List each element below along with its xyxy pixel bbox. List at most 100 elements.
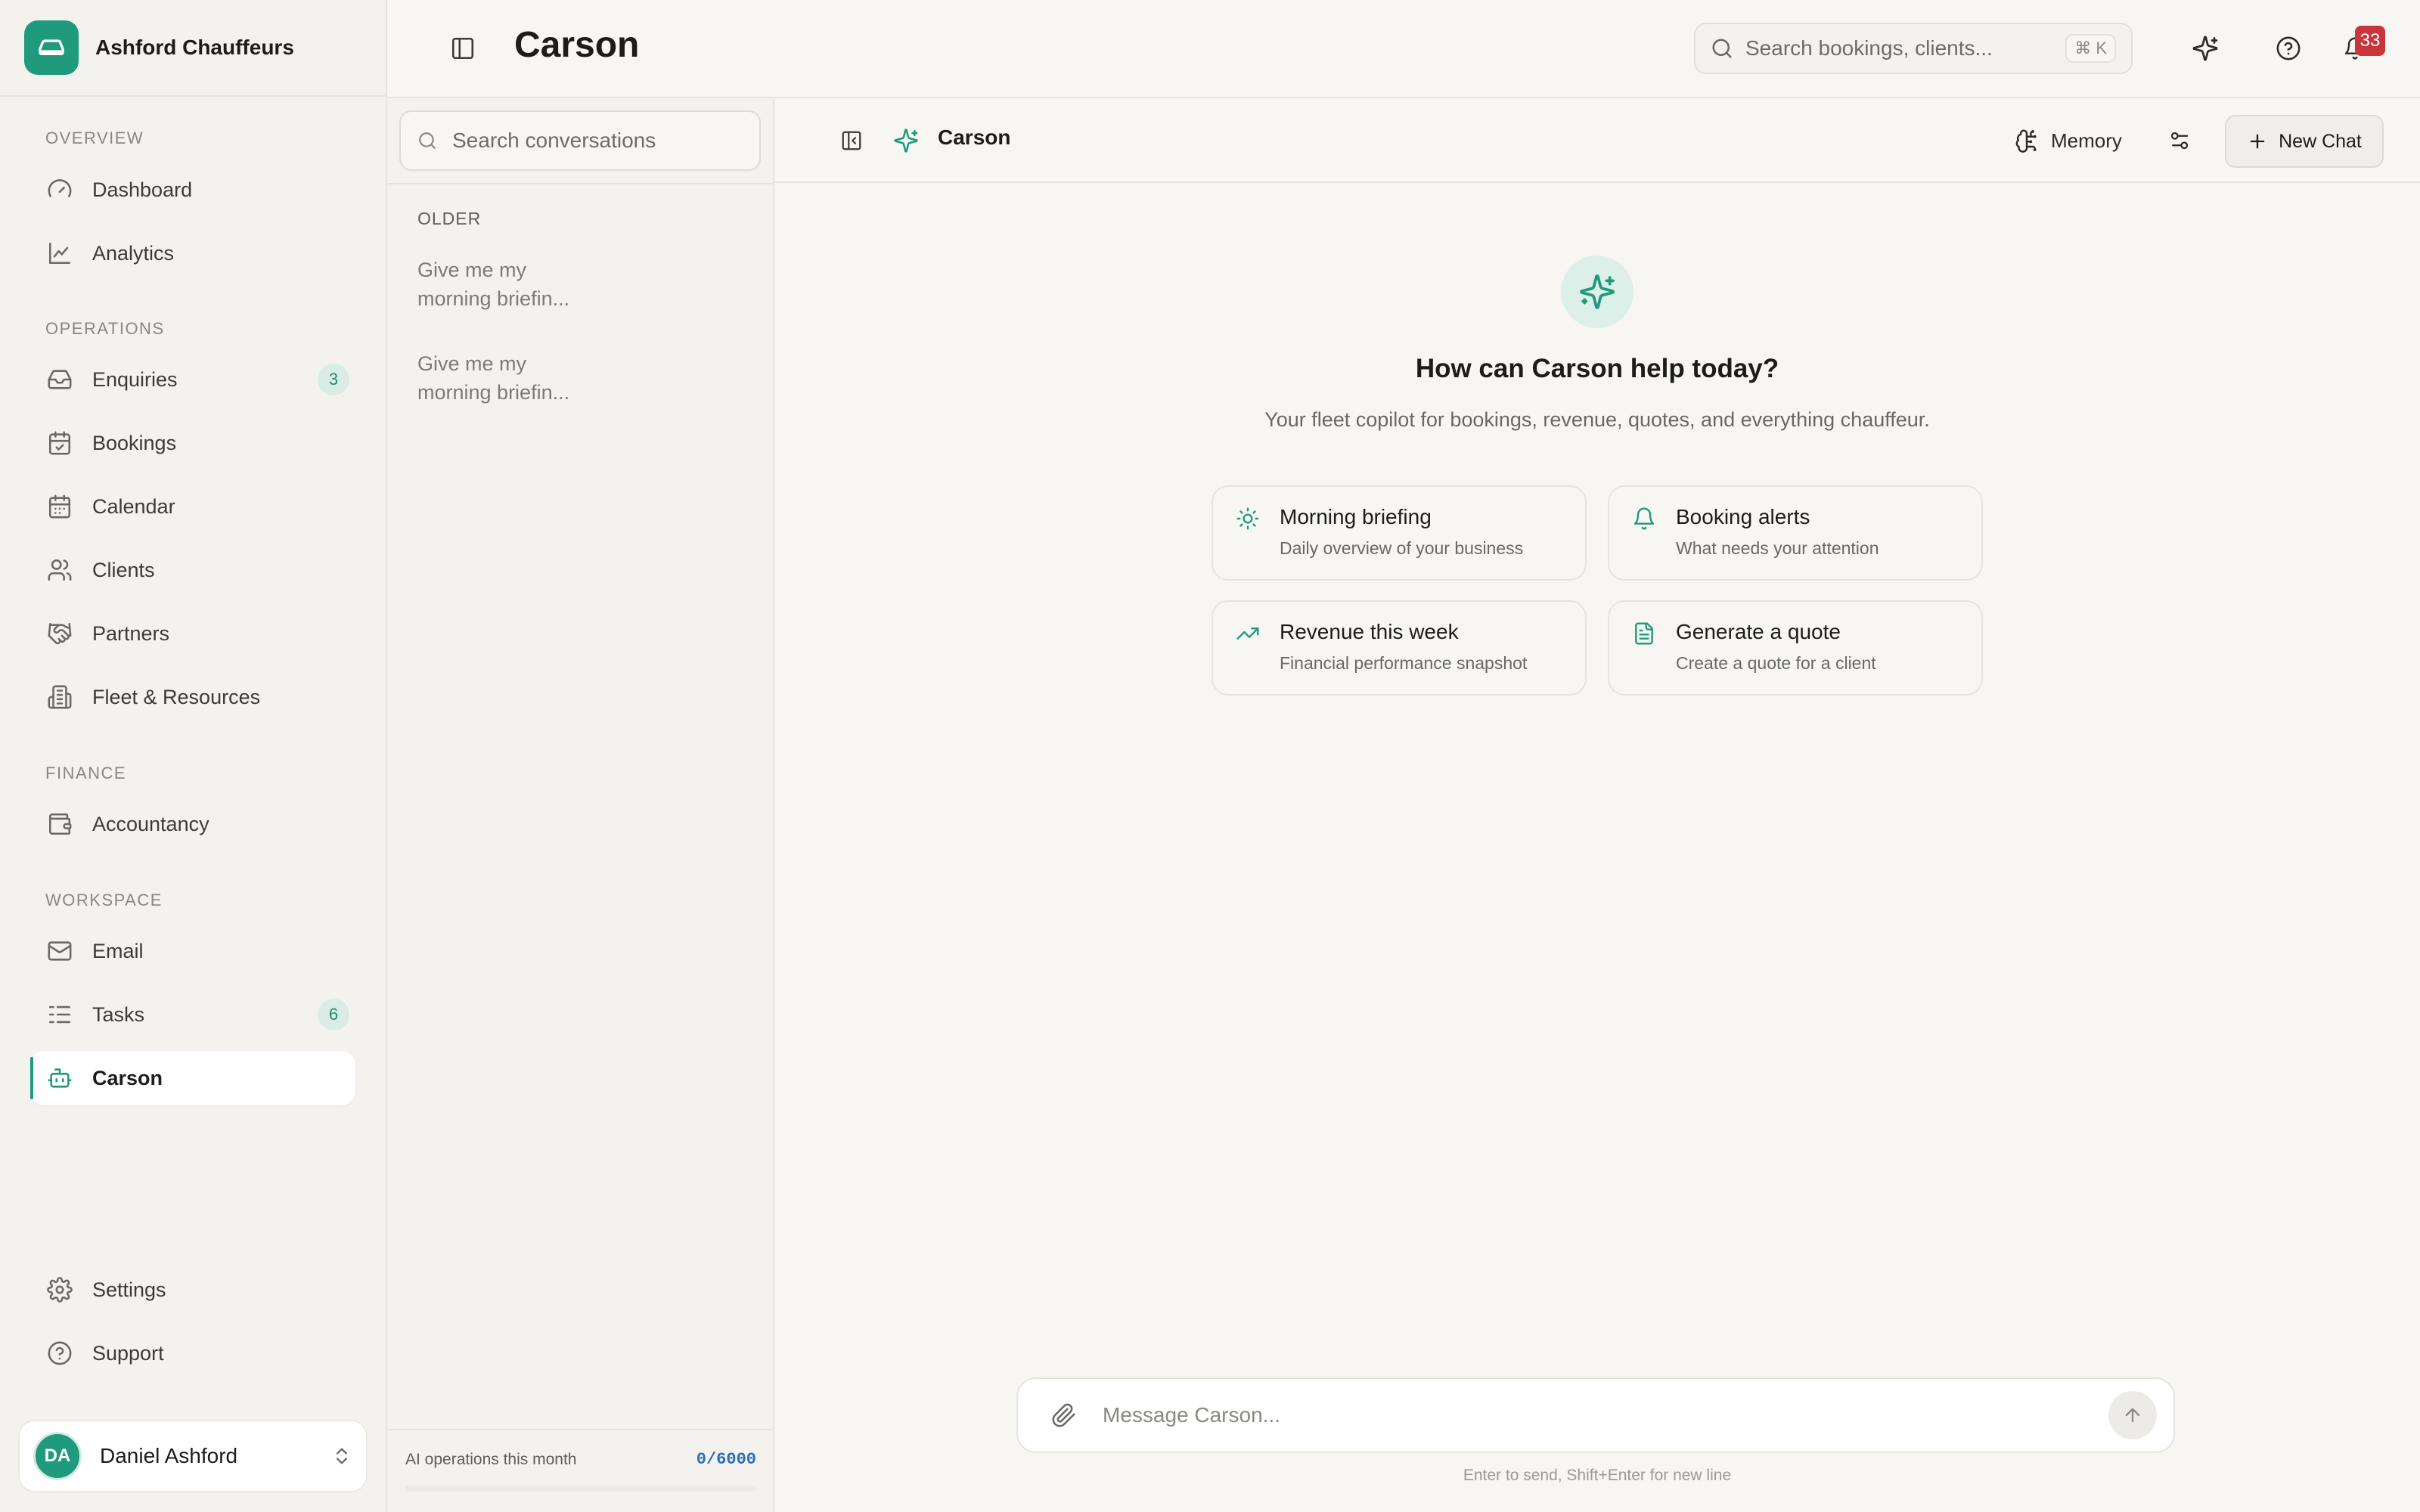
- send-button[interactable]: [2108, 1391, 2157, 1439]
- usage-label: AI operations this month: [405, 1450, 577, 1468]
- conversation-group-title: OLDER: [417, 209, 482, 228]
- hero-subtitle: Your fleet copilot for bookings, revenue…: [1264, 408, 1930, 431]
- conversation-search-wrap: [387, 98, 773, 184]
- message-composer: [1016, 1377, 2175, 1453]
- section-title-operations: OPERATIONS: [45, 319, 165, 338]
- sidebar-item-settings[interactable]: Settings: [30, 1263, 355, 1317]
- sidebar-item-label: Analytics: [92, 241, 175, 265]
- shortcut-hint: ⌘ K: [2065, 34, 2116, 63]
- main-sidebar: Ashford Chauffeurs OVERVIEW Dashboard An…: [0, 0, 387, 1512]
- suggestion-title: Morning briefing: [1280, 505, 1432, 528]
- user-name: Daniel Ashford: [100, 1444, 238, 1467]
- sidebar-item-calendar[interactable]: Calendar: [30, 479, 355, 534]
- avatar: DA: [33, 1432, 82, 1480]
- brain-icon: [2015, 129, 2037, 153]
- new-chat-button[interactable]: New Chat: [2225, 115, 2384, 168]
- suggestion-title: Generate a quote: [1676, 620, 1841, 643]
- users-icon: [48, 559, 72, 581]
- collapse-conversations-button[interactable]: [827, 116, 876, 165]
- sidebar-item-label: Support: [92, 1341, 164, 1365]
- assistant-name: Carson: [938, 125, 1011, 149]
- notification-count-badge: 33: [2355, 26, 2385, 56]
- sidebar-item-fleet-resources[interactable]: Fleet & Resources: [30, 670, 355, 724]
- message-input[interactable]: [1103, 1403, 2108, 1427]
- sidebar-item-label: Settings: [92, 1278, 166, 1301]
- brand-header[interactable]: Ashford Chauffeurs: [0, 0, 386, 97]
- suggestion-desc: What needs your attention: [1676, 538, 1879, 558]
- gear-icon: [47, 1277, 73, 1303]
- brand-name: Ashford Chauffeurs: [95, 36, 294, 59]
- sparkles-icon: [1580, 274, 1615, 309]
- memory-button[interactable]: Memory: [2003, 116, 2134, 165]
- top-bar: Carson ⌘ K 33: [387, 0, 2420, 98]
- suggestion-desc: Daily overview of your business: [1280, 538, 1524, 558]
- sidebar-item-bookings[interactable]: Bookings: [30, 416, 355, 470]
- suggestion-title: Booking alerts: [1676, 505, 1810, 528]
- arrow-up-icon: [2125, 1408, 2140, 1423]
- suggestion-card-generate-a-quote[interactable]: Generate a quote Create a quote for a cl…: [1608, 600, 1983, 696]
- sidebar-item-label: Calendar: [92, 494, 175, 518]
- sidebar-item-label: Fleet & Resources: [92, 685, 261, 708]
- file-text-icon: [1635, 622, 1653, 645]
- sidebar-item-label: Accountancy: [92, 812, 209, 835]
- calendar-icon: [48, 494, 71, 519]
- toggle-sidebar-button[interactable]: [439, 24, 487, 73]
- line-chart-icon: [48, 242, 71, 265]
- ai-sparkles-button[interactable]: [2181, 24, 2229, 73]
- sidebar-item-accountancy[interactable]: Accountancy: [30, 797, 355, 851]
- section-title-finance: FINANCE: [45, 764, 127, 782]
- chat-settings-button[interactable]: [2155, 116, 2204, 165]
- paperclip-icon[interactable]: [1051, 1402, 1077, 1428]
- sidebar-item-carson[interactable]: Carson: [30, 1051, 355, 1105]
- mail-icon: [48, 941, 72, 961]
- usage-progress-bar: [405, 1486, 756, 1492]
- help-circle-icon: [2276, 36, 2301, 60]
- calendar-check-icon: [48, 431, 71, 455]
- suggestion-card-morning-briefing[interactable]: Morning briefing Daily overview of your …: [1212, 485, 1587, 581]
- sidebar-item-dashboard[interactable]: Dashboard: [30, 163, 355, 217]
- conversation-item[interactable]: Give me my morning briefin...: [417, 256, 599, 313]
- sparkles-icon: [2192, 36, 2218, 61]
- sparkles-icon: [894, 129, 918, 153]
- page-title: Carson: [514, 25, 640, 65]
- sidebar-item-label: Partners: [92, 621, 170, 645]
- sidebar-item-support[interactable]: Support: [30, 1326, 355, 1380]
- bell-icon: [1634, 507, 1655, 530]
- assistant-icon-wrap: [882, 116, 930, 165]
- user-menu[interactable]: DA Daniel Ashford: [18, 1420, 368, 1492]
- sidebar-item-email[interactable]: Email: [30, 924, 355, 978]
- suggestion-title: Revenue this week: [1280, 620, 1459, 643]
- hero-title: How can Carson help today?: [1415, 354, 1779, 383]
- wallet-icon: [48, 813, 72, 835]
- ai-usage-meter: AI operations this month 0/6000: [387, 1429, 773, 1512]
- sun-icon: [1236, 507, 1259, 530]
- sidebar-item-label: Enquiries: [92, 367, 178, 391]
- sidebar-item-tasks[interactable]: Tasks 6: [30, 987, 355, 1042]
- help-button[interactable]: [2264, 24, 2313, 73]
- panel-left-icon: [451, 37, 474, 60]
- memory-label: Memory: [2051, 129, 2122, 152]
- conversation-search-input[interactable]: [452, 129, 743, 153]
- suggestion-card-booking-alerts[interactable]: Booking alerts What needs your attention: [1608, 485, 1983, 581]
- trending-up-icon: [1236, 627, 1259, 640]
- car-icon: [24, 20, 79, 75]
- building-icon: [48, 685, 72, 709]
- panel-left-close-icon: [842, 131, 861, 150]
- sidebar-item-analytics[interactable]: Analytics: [30, 226, 355, 280]
- count-badge: 3: [318, 364, 349, 395]
- count-badge: 6: [318, 999, 349, 1030]
- chat-area: Carson Memory New Chat How can Carson he…: [774, 98, 2420, 1512]
- sidebar-item-enquiries[interactable]: Enquiries 3: [30, 352, 355, 407]
- sidebar-item-clients[interactable]: Clients: [30, 543, 355, 597]
- gauge-icon: [48, 179, 72, 197]
- sidebar-item-label: Carson: [92, 1066, 163, 1089]
- global-search-input[interactable]: [1745, 36, 2066, 60]
- bot-icon: [48, 1068, 72, 1088]
- search-icon: [419, 132, 436, 149]
- sidebar-item-partners[interactable]: Partners: [30, 606, 355, 661]
- conversations-panel: OLDER Give me my morning briefin... Give…: [387, 98, 774, 1512]
- conversation-search[interactable]: [399, 110, 761, 171]
- global-search[interactable]: ⌘ K: [1694, 23, 2133, 74]
- suggestion-card-revenue-this-week[interactable]: Revenue this week Financial performance …: [1212, 600, 1587, 696]
- conversation-item[interactable]: Give me my morning briefin...: [417, 349, 599, 407]
